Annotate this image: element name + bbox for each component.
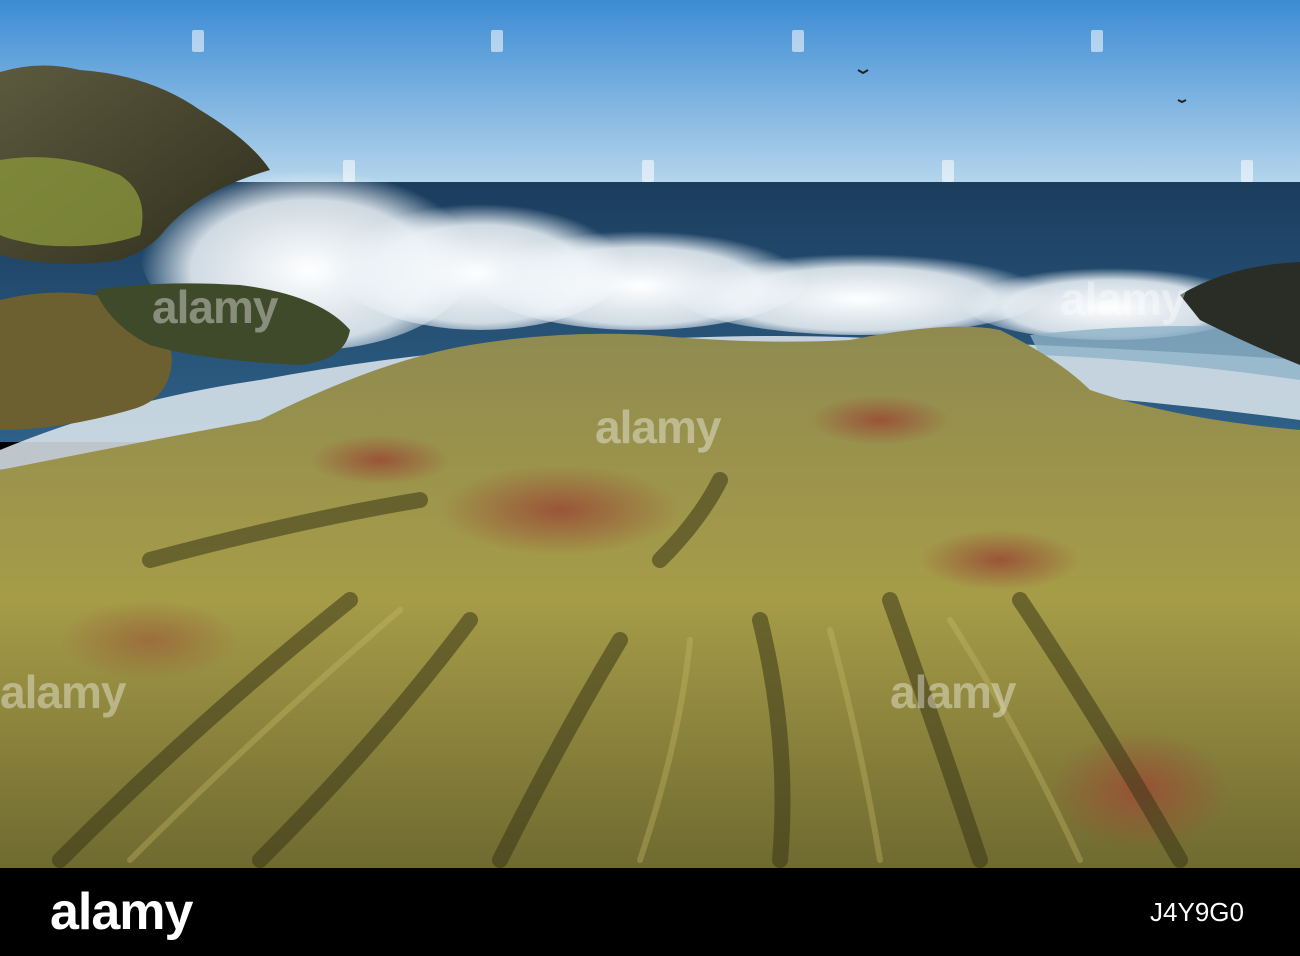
footer-bar: alamy J4Y9G0: [0, 868, 1300, 956]
watermark-text: alamy: [1060, 273, 1186, 325]
alamy-logo: alamy: [50, 883, 193, 941]
watermark-text: alamy: [595, 401, 721, 453]
image-id: J4Y9G0: [1150, 897, 1244, 927]
watermark-text: alamy: [152, 281, 278, 333]
stock-photo: alamy alamy alamy alamy alamy: [0, 0, 1300, 868]
watermark-text: alamy: [890, 666, 1016, 718]
watermark-text: alamy: [0, 666, 126, 718]
